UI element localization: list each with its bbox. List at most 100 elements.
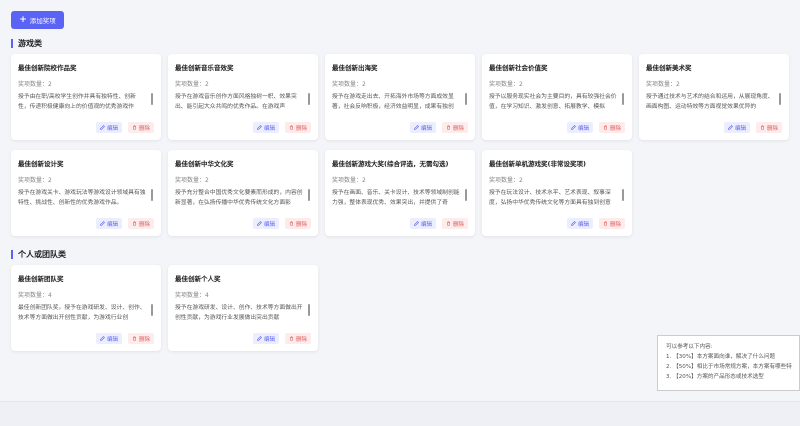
edit-label: 编辑 (420, 125, 432, 132)
hint-line: 1. 【30%】本方案面向谁，解决了什么问题 (666, 354, 776, 360)
description-scrollbar[interactable] (622, 93, 624, 105)
award-title: 最佳创新美术奖 (646, 64, 692, 72)
card-actions: 编辑 删除 (409, 218, 468, 229)
edit-label: 编辑 (106, 336, 118, 343)
award-card: 最佳创新设计奖 奖项数量：2 授予在游戏关卡、游戏玩法等游戏设计领域具有独特性、挑战… (11, 150, 161, 236)
award-card: 最佳创新美术奖 奖项数量：2 授予通过技术与艺术的结合和运用，从展现角度、画面构图、… (639, 54, 789, 140)
awards-page: + 添加奖项 游戏类 个人或团队类 最佳创新院校作品奖 奖项数量：2 授予由在职/高… (0, 0, 800, 426)
description-scrollbar[interactable] (779, 93, 781, 105)
award-description[interactable]: 授予以服务现实社会为主要目的，具有较强社会价值，在学习知识、激发创意、拓展教学、… (489, 92, 625, 112)
edit-button[interactable]: 编辑 (409, 122, 436, 133)
delete-button[interactable]: 删除 (441, 122, 468, 133)
edit-icon (100, 125, 105, 130)
add-award-button[interactable]: + 添加奖项 (11, 11, 64, 29)
award-description[interactable]: 授予充分整合中国优秀文化要素而形成的，内容创新显著，在弘扬传播中华优秀传统文化方… (175, 188, 311, 208)
award-count: 奖项数量：2 (18, 177, 52, 184)
award-card: 最佳创新院校作品奖 奖项数量：2 授予由在职/高校学生创作并具有独特性、创新性，传递… (11, 54, 161, 140)
edit-label: 编辑 (577, 221, 589, 228)
delete-button[interactable]: 删除 (127, 122, 154, 133)
delete-button[interactable]: 删除 (284, 122, 311, 133)
delete-label: 删除 (766, 125, 778, 132)
award-title: 最佳创新音乐音效奖 (175, 64, 234, 72)
award-count: 奖项数量：2 (489, 177, 523, 184)
description-scrollbar[interactable] (151, 189, 153, 201)
award-count: 奖项数量：4 (18, 292, 52, 299)
section-title-games: 游戏类 (11, 39, 42, 48)
edit-label: 编辑 (106, 125, 118, 132)
hint-line: 2. 【50%】相比于市场常规方案，本方案有哪些特 (666, 364, 792, 370)
trash-icon (132, 125, 137, 130)
edit-button[interactable]: 编辑 (95, 218, 122, 229)
description-scrollbar[interactable] (151, 304, 153, 316)
hint-panel: 可以参考以下内容: 1. 【30%】本方案面向谁，解决了什么问题 2. 【50%… (657, 335, 800, 391)
delete-button[interactable]: 删除 (127, 333, 154, 344)
delete-button[interactable]: 删除 (127, 218, 154, 229)
delete-button[interactable]: 删除 (598, 218, 625, 229)
edit-icon (100, 221, 105, 226)
delete-label: 删除 (452, 221, 464, 228)
delete-label: 删除 (138, 336, 150, 343)
trash-icon (760, 125, 765, 130)
award-card: 最佳创新出海奖 奖项数量：2 授予在游戏走出去、开拓海外市场等方面成效显著，社会反响… (325, 54, 475, 140)
description-scrollbar[interactable] (622, 189, 624, 201)
award-title: 最佳创新单机游戏奖(非常设奖项) (489, 160, 586, 168)
award-title: 最佳创新游戏大奖(综合评选，无需勾选) (332, 160, 449, 168)
delete-button[interactable]: 删除 (441, 218, 468, 229)
description-scrollbar[interactable] (465, 93, 467, 105)
edit-button[interactable]: 编辑 (566, 122, 593, 133)
edit-label: 编辑 (263, 125, 275, 132)
card-actions: 编辑 删除 (252, 218, 311, 229)
edit-button[interactable]: 编辑 (566, 218, 593, 229)
award-description[interactable]: 授予由在职/高校学生创作并具有独特性、创新性，传递积极健康向上的价值观的优秀游戏… (18, 92, 154, 112)
delete-button[interactable]: 删除 (755, 122, 782, 133)
edit-button[interactable]: 编辑 (252, 333, 279, 344)
delete-button[interactable]: 删除 (284, 333, 311, 344)
edit-label: 编辑 (420, 221, 432, 228)
edit-icon (414, 125, 419, 130)
award-description-text: 授予在游戏走出去、开拓海外市场等方面成效显著，社会反响积极，经济效益明显，成果有… (332, 94, 454, 110)
description-scrollbar[interactable] (308, 93, 310, 105)
award-description-text: 授予以服务现实社会为主要目的，具有较强社会价值，在学习知识、激发创意、拓展教学、… (489, 94, 617, 110)
award-card: 最佳创新音乐音效奖 奖项数量：2 授予在游戏音乐创作方面风格独树一帜、效果突出、能引… (168, 54, 318, 140)
edit-icon (257, 125, 262, 130)
award-description[interactable]: 授予在游戏关卡、游戏玩法等游戏设计领域具有独特性、挑战性、创新性的优秀游戏作品。 (18, 188, 154, 208)
award-description[interactable]: 授予在玩法设计、技术水平、艺术表现、叙事深度，弘扬中华优秀传统文化等方面具有独到… (489, 188, 625, 208)
edit-button[interactable]: 编辑 (723, 122, 750, 133)
trash-icon (289, 336, 294, 341)
description-scrollbar[interactable] (308, 189, 310, 201)
delete-button[interactable]: 删除 (284, 218, 311, 229)
edit-button[interactable]: 编辑 (95, 333, 122, 344)
award-description[interactable]: 授予在游戏研发、设计、创作、技术等方面做出开创性贡献，为游戏行业发展做出突出贡献 (175, 303, 311, 323)
edit-button[interactable]: 编辑 (252, 218, 279, 229)
award-description[interactable]: 授予在画面、音乐、关卡设计、技术等领域制创能力强，整体表现优秀、效果突出，并提供… (332, 188, 468, 208)
award-count: 奖项数量：2 (646, 81, 680, 88)
award-description-text: 授予在画面、音乐、关卡设计、技术等领域制创能力强，整体表现优秀、效果突出，并提供… (332, 190, 460, 206)
edit-button[interactable]: 编辑 (252, 122, 279, 133)
card-actions: 编辑 删除 (95, 122, 154, 133)
award-description[interactable]: 授予在游戏音乐创作方面风格独树一帜、效果突出、能引起大众共鸣的优秀作品。在游戏声 (175, 92, 311, 112)
award-title: 最佳创新院校作品奖 (18, 64, 77, 72)
edit-button[interactable]: 编辑 (409, 218, 436, 229)
card-actions: 编辑 删除 (723, 122, 782, 133)
description-scrollbar[interactable] (308, 304, 310, 316)
award-description-text: 授予在游戏音乐创作方面风格独树一帜、效果突出、能引起大众共鸣的优秀作品。在游戏声 (175, 94, 297, 110)
award-card: 最佳创新中华文化奖 奖项数量：2 授予充分整合中国优秀文化要素而形成的，内容创新显著… (168, 150, 318, 236)
edit-label: 编辑 (734, 125, 746, 132)
card-actions: 编辑 删除 (95, 333, 154, 344)
edit-icon (571, 221, 576, 226)
bottom-bar (0, 401, 800, 426)
description-scrollbar[interactable] (151, 93, 153, 105)
delete-button[interactable]: 删除 (598, 122, 625, 133)
edit-label: 编辑 (577, 125, 589, 132)
card-actions: 编辑 删除 (566, 218, 625, 229)
award-description[interactable]: 授予在游戏走出去、开拓海外市场等方面成效显著，社会反响积极，经济效益明显，成果有… (332, 92, 468, 112)
edit-button[interactable]: 编辑 (95, 122, 122, 133)
award-description[interactable]: 授予通过技术与艺术的结合和运用，从展现角度、画面构图、运动特效等方面视觉效果优异… (646, 92, 782, 112)
hint-line: 3. 【20%】方案的产品形态或技术选型 (666, 374, 764, 380)
award-description-text: 授予在游戏关卡、游戏玩法等游戏设计领域具有独特性、挑战性、创新性的优秀游戏作品。 (18, 190, 146, 206)
edit-label: 编辑 (106, 221, 118, 228)
award-title: 最佳创新设计奖 (18, 160, 64, 168)
award-description[interactable]: 最佳创新团队奖。授予在游戏研发、设计、创作、技术等方面做出开创性贡献，为游戏行业… (18, 303, 154, 323)
award-description-text: 最佳创新团队奖。授予在游戏研发、设计、创作、技术等方面做出开创性贡献，为游戏行业… (18, 305, 146, 321)
description-scrollbar[interactable] (465, 189, 467, 201)
